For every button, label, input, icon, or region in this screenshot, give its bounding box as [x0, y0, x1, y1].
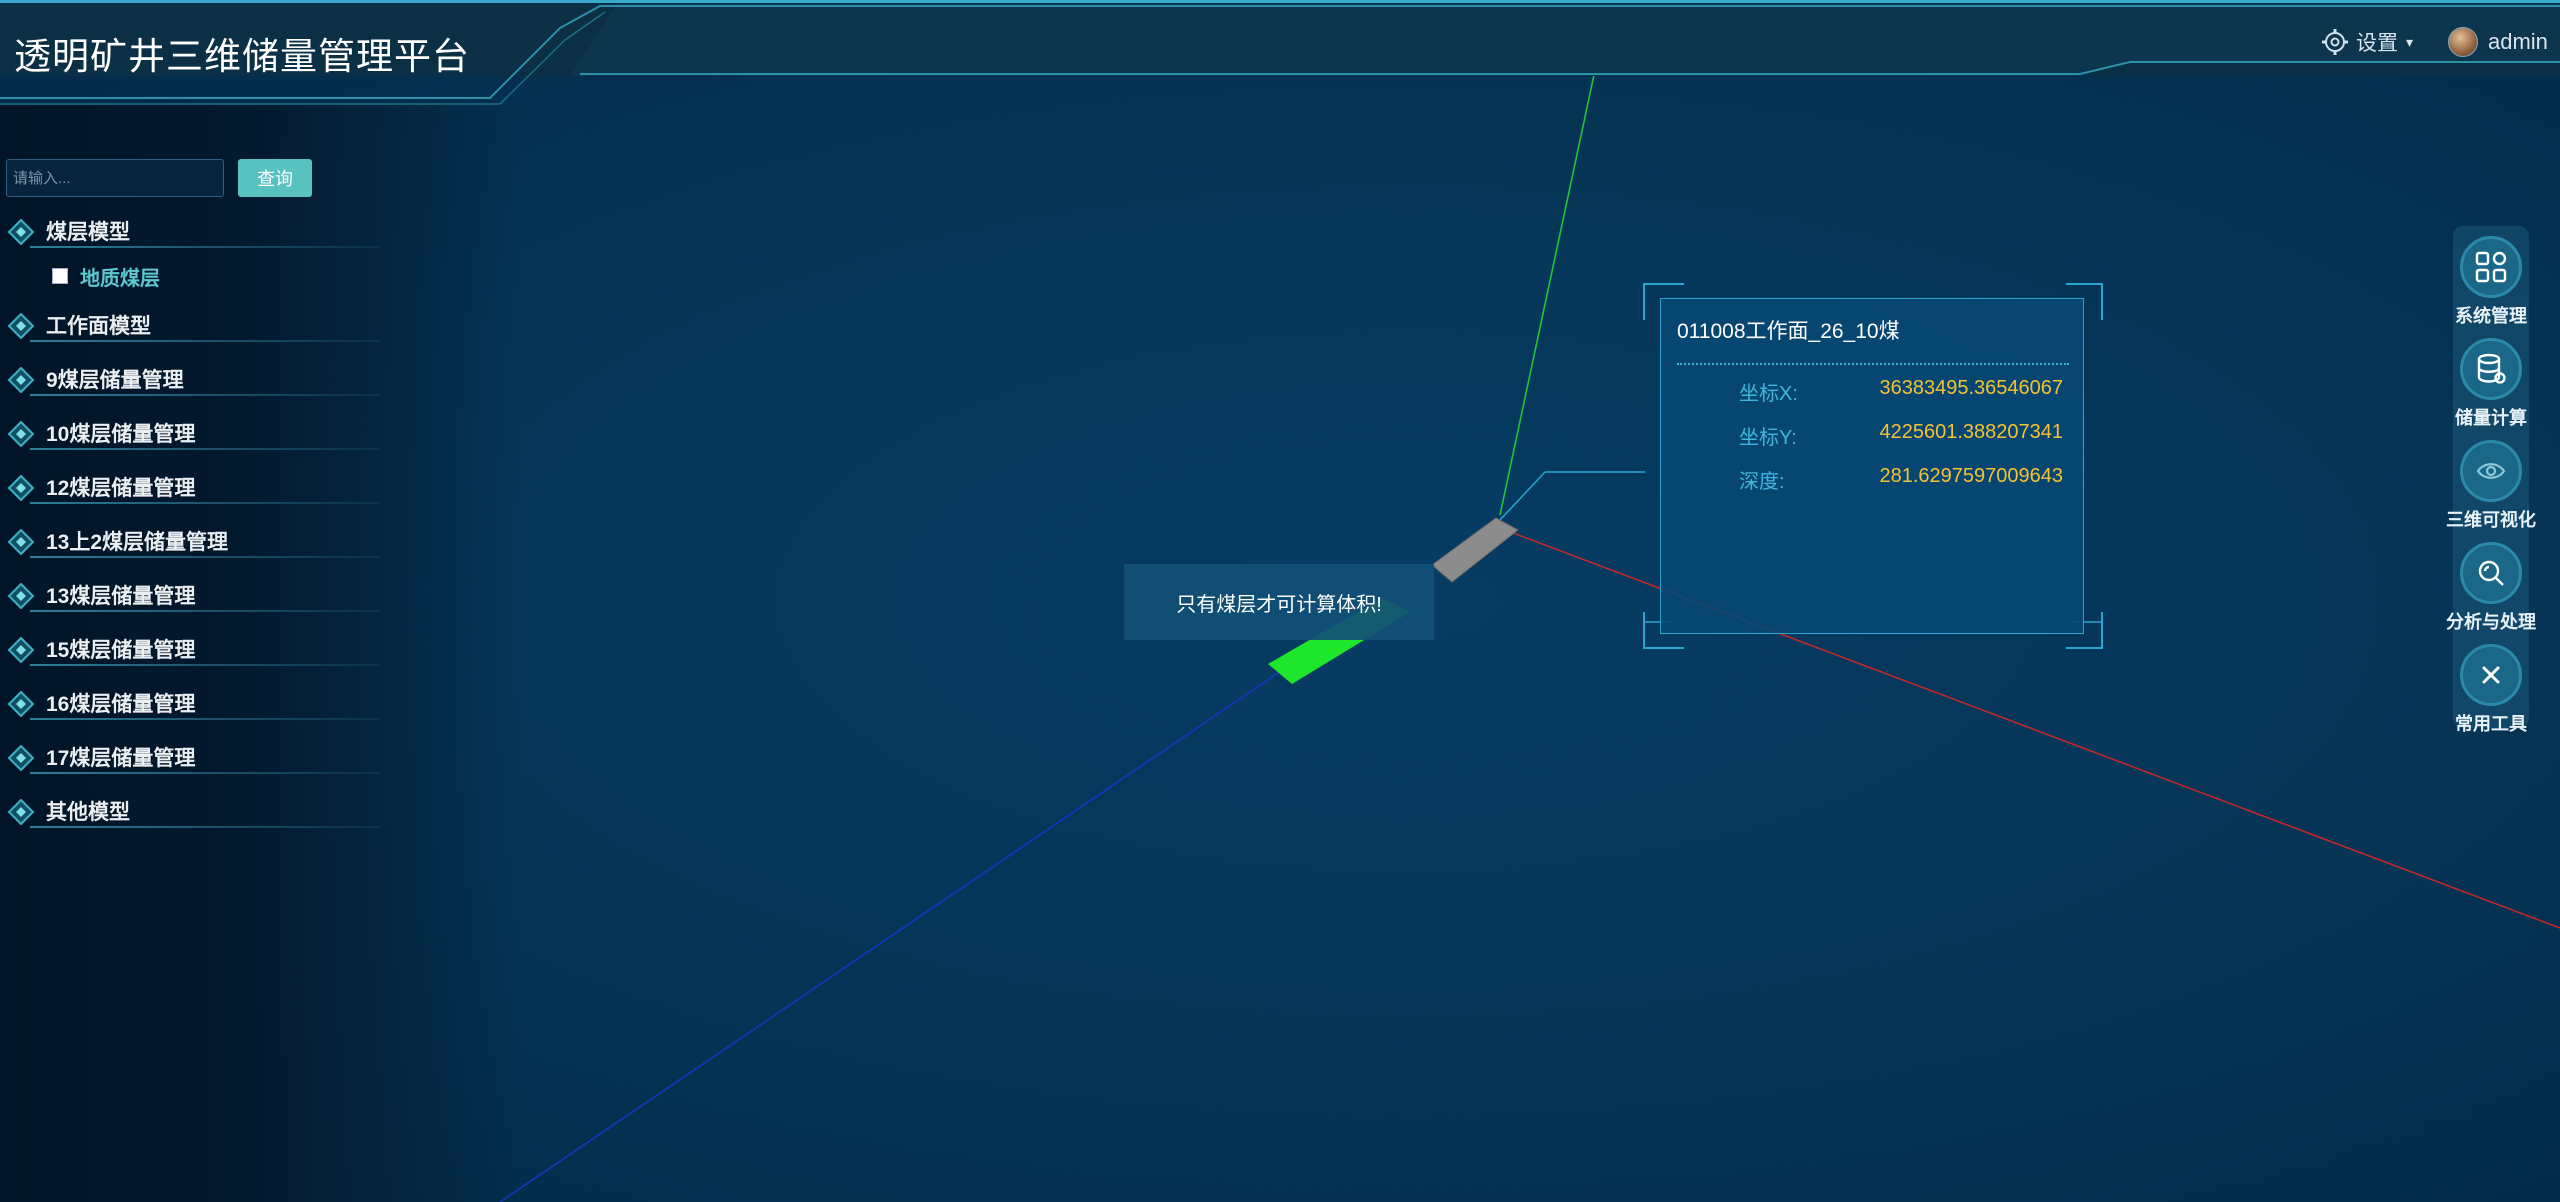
- toolbar-system-management[interactable]: 系统管理: [2420, 236, 2560, 338]
- toolbar-common-tools[interactable]: 常用工具: [2420, 644, 2560, 746]
- tool-label: 储量计算: [2455, 408, 2527, 428]
- tree-item-seam-17[interactable]: 17煤层储量管理: [8, 739, 380, 774]
- search-input[interactable]: [6, 159, 224, 197]
- tree-item-label: 12煤层储量管理: [46, 477, 196, 500]
- tree-item-label: 15煤层储量管理: [46, 639, 196, 662]
- gear-icon: [2322, 29, 2348, 55]
- database-icon: [2477, 353, 2506, 384]
- divider: [30, 556, 380, 558]
- divider: [30, 448, 380, 450]
- diamond-node-icon: [8, 691, 34, 717]
- tree-item-label: 9煤层储量管理: [46, 369, 184, 392]
- close-icon: [2482, 666, 2500, 684]
- diamond-node-icon: [8, 583, 34, 609]
- tree-item-seam-15[interactable]: 15煤层储量管理: [8, 631, 380, 666]
- tree-subitem-geological-seam[interactable]: 地质煤层: [52, 261, 160, 291]
- settings-menu[interactable]: 设置 ▾: [2320, 22, 2413, 62]
- tree-item-seam-10[interactable]: 10煤层储量管理: [8, 415, 380, 450]
- tree-item-label: 煤层模型: [46, 221, 130, 244]
- user-menu[interactable]: admin: [2448, 22, 2548, 62]
- diamond-node-icon: [8, 799, 34, 825]
- tree-item-workface-model[interactable]: 工作面模型: [8, 307, 380, 342]
- diamond-node-icon: [8, 367, 34, 393]
- tree-item-seam-16[interactable]: 16煤层储量管理: [8, 685, 380, 720]
- depth-label: 深度:: [1739, 471, 1785, 493]
- divider: [1677, 363, 2069, 365]
- app-title: 透明矿井三维储量管理平台: [14, 36, 470, 77]
- magnify-icon: [2478, 560, 2504, 586]
- tree-item-seam-13-upper-2[interactable]: 13上2煤层储量管理: [8, 523, 380, 558]
- tool-button[interactable]: [2460, 644, 2522, 706]
- divider: [30, 340, 380, 342]
- diamond-node-icon: [8, 313, 34, 339]
- tool-button[interactable]: [2460, 338, 2522, 400]
- avatar: [2448, 27, 2478, 57]
- toolbar-analysis-processing[interactable]: 分析与处理: [2420, 542, 2560, 644]
- tree-item-seam-9[interactable]: 9煤层储量管理: [8, 361, 380, 396]
- diamond-node-icon: [8, 219, 34, 245]
- tree-item-seam-13[interactable]: 13煤层储量管理: [8, 577, 380, 612]
- checkbox[interactable]: [52, 268, 68, 284]
- coord-x-value: 36383495.36546067: [1879, 377, 2063, 399]
- tool-label: 常用工具: [2455, 714, 2527, 734]
- tree-item-label: 工作面模型: [46, 315, 151, 338]
- divider: [30, 610, 380, 612]
- toolbar-3d-visualization[interactable]: 三维可视化: [2420, 440, 2560, 542]
- tree-item-coal-seam-model[interactable]: 煤层模型: [8, 213, 380, 248]
- tree-item-label: 13上2煤层储量管理: [46, 531, 229, 554]
- sidebar: 查询 煤层模型 地质煤层 工作面模型 9煤层储量管理 10煤层储量管理 12煤层…: [0, 105, 520, 1202]
- tree-item-label: 13煤层储量管理: [46, 585, 196, 608]
- tool-label: 分析与处理: [2446, 612, 2536, 632]
- tool-button[interactable]: [2460, 236, 2522, 298]
- divider: [30, 394, 380, 396]
- grid-icon: [2475, 251, 2507, 283]
- depth-value: 281.6297597009643: [1879, 465, 2063, 487]
- user-name: admin: [2488, 29, 2548, 54]
- diamond-node-icon: [8, 421, 34, 447]
- tree-item-seam-12[interactable]: 12煤层储量管理: [8, 469, 380, 504]
- divider: [30, 246, 380, 248]
- chevron-down-icon: ▾: [2406, 33, 2414, 50]
- search-button[interactable]: 查询: [238, 159, 312, 197]
- tree-item-other-models[interactable]: 其他模型: [8, 793, 380, 828]
- scene-tooltip: 只有煤层才可计算体积!: [1124, 564, 1434, 640]
- divider: [30, 772, 380, 774]
- divider: [30, 502, 380, 504]
- diamond-node-icon: [8, 529, 34, 555]
- divider: [30, 826, 380, 828]
- eye-icon: [2476, 463, 2506, 479]
- diamond-node-icon: [8, 475, 34, 501]
- tool-label: 三维可视化: [2446, 510, 2536, 530]
- app-header: 透明矿井三维储量管理平台 设置 ▾ admin: [0, 0, 2560, 105]
- diamond-node-icon: [8, 637, 34, 663]
- settings-label: 设置: [2356, 32, 2398, 55]
- tree-item-label: 17煤层储量管理: [46, 747, 196, 770]
- info-panel: 011008工作面_26_10煤 坐标X: 36383495.36546067 …: [1660, 298, 2084, 634]
- info-panel-title: 011008工作面_26_10煤: [1677, 320, 1900, 343]
- grey-workface-model[interactable]: [1431, 517, 1519, 583]
- tree-subitem-label: 地质煤层: [80, 267, 160, 290]
- tool-label: 系统管理: [2455, 306, 2527, 326]
- coord-x-label: 坐标X:: [1739, 383, 1798, 405]
- tool-button[interactable]: [2460, 542, 2522, 604]
- toolbar-reserve-calculation[interactable]: 储量计算: [2420, 338, 2560, 440]
- leader-line: [1499, 471, 1546, 521]
- tree-item-label: 10煤层储量管理: [46, 423, 196, 446]
- diamond-node-icon: [8, 745, 34, 771]
- divider: [30, 664, 380, 666]
- coord-y-label: 坐标Y:: [1739, 427, 1797, 449]
- tree-item-label: 16煤层储量管理: [46, 693, 196, 716]
- tool-button[interactable]: [2460, 440, 2522, 502]
- tree-item-label: 其他模型: [46, 801, 130, 824]
- divider: [30, 718, 380, 720]
- coord-y-value: 4225601.388207341: [1879, 421, 2063, 443]
